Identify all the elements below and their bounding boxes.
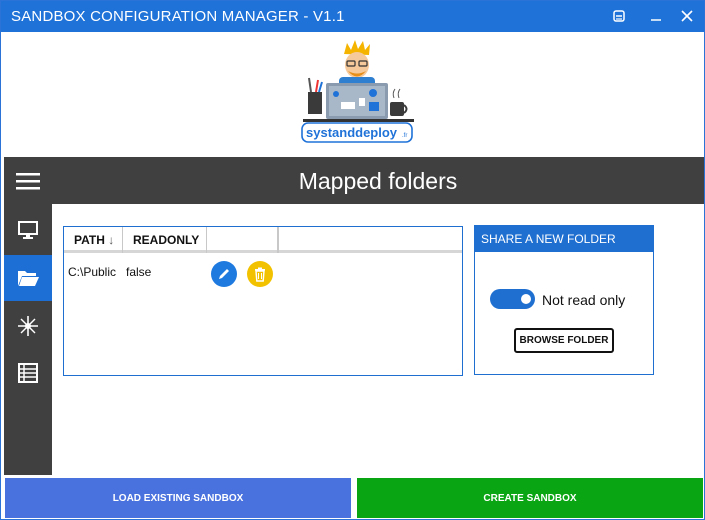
sidebar-item-list[interactable] (4, 350, 52, 396)
trash-icon (255, 267, 265, 282)
mapped-folders-table: PATH ↓ READONLY C:\Public false (63, 226, 463, 376)
column-header-empty (207, 227, 278, 253)
edit-button[interactable] (211, 261, 237, 287)
hamburger-menu-icon[interactable] (4, 158, 52, 204)
load-existing-sandbox-button[interactable]: LOAD EXISTING SANDBOX (5, 478, 351, 518)
sort-down-icon: ↓ (108, 233, 115, 247)
column-header-path[interactable]: PATH ↓ (64, 227, 123, 253)
pencil-icon (219, 269, 229, 279)
cell-path: C:\Public (68, 265, 117, 279)
sidebar (4, 157, 52, 475)
logo-area: systanddeploy .fr (1, 32, 704, 157)
sidebar-item-network[interactable] (4, 303, 52, 349)
list-icon (18, 363, 38, 383)
minimize-icon[interactable] (645, 5, 667, 27)
network-icon (18, 316, 38, 336)
browse-folder-button[interactable]: BROWSE FOLDER (514, 328, 614, 353)
settings-icon[interactable] (608, 5, 630, 27)
systanddeploy-logo: systanddeploy .fr (301, 40, 414, 143)
app-window: SANDBOX CONFIGURATION MANAGER - V1.1 sys… (0, 0, 705, 520)
share-folder-panel: SHARE A NEW FOLDER Not read only BROWSE … (474, 225, 654, 375)
logo-suffix: .fr (402, 133, 407, 139)
create-sandbox-button[interactable]: CREATE SANDBOX (357, 478, 703, 518)
cell-readonly: false (126, 265, 152, 279)
page-header: Mapped folders (52, 157, 704, 204)
main-content: PATH ↓ READONLY C:\Public false SHARE A … (52, 204, 704, 475)
close-icon[interactable] (676, 5, 698, 27)
sidebar-item-monitor[interactable] (4, 207, 52, 253)
toggle-label: Not read only (542, 292, 626, 308)
logo-text: systanddeploy (306, 125, 398, 140)
sidebar-item-mapped-folders[interactable] (4, 255, 52, 301)
window-title: SANDBOX CONFIGURATION MANAGER - V1.1 (11, 8, 345, 25)
toggle-knob (521, 294, 531, 304)
page-title: Mapped folders (298, 168, 458, 194)
column-header-readonly[interactable]: READONLY (123, 227, 207, 253)
table-header: PATH ↓ READONLY (64, 227, 462, 253)
column-divider (278, 227, 279, 253)
title-bar: SANDBOX CONFIGURATION MANAGER - V1.1 (1, 1, 704, 32)
readonly-toggle[interactable] (490, 289, 535, 309)
monitor-icon (18, 221, 38, 239)
delete-button[interactable] (247, 261, 273, 287)
share-panel-title: SHARE A NEW FOLDER (475, 226, 653, 252)
folder-open-icon (18, 271, 39, 286)
